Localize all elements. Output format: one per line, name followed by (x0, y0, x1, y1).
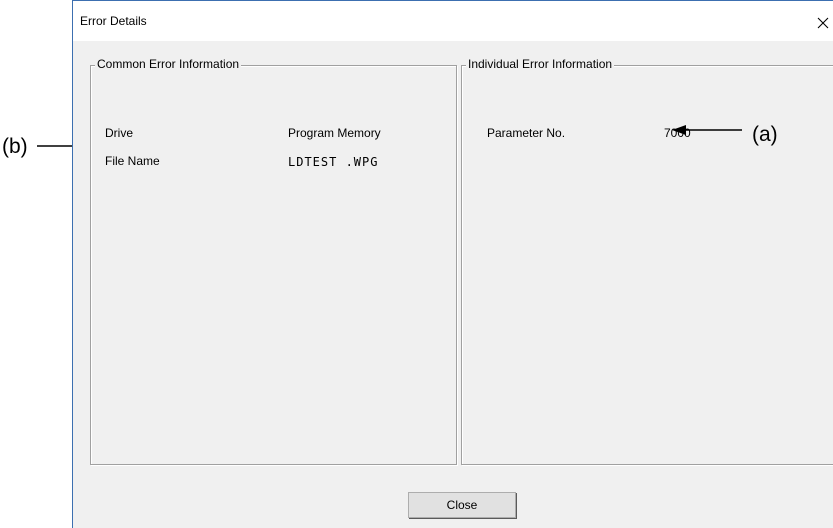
common-error-group: Common Error Information Drive Program M… (90, 57, 457, 465)
drive-value: Program Memory (288, 126, 381, 140)
screenshot-canvas: (b) Error Details Common Error Informati… (0, 0, 833, 528)
file-name-value: LDTEST .WPG (288, 155, 379, 169)
close-button[interactable]: Close (408, 492, 516, 518)
close-icon[interactable] (815, 15, 831, 31)
window-title: Error Details (80, 14, 147, 28)
error-details-dialog: Error Details Common Error Information D… (72, 0, 833, 528)
file-name-label: File Name (105, 154, 160, 168)
arrow-left-icon (672, 125, 742, 135)
drive-label: Drive (105, 126, 134, 140)
callout-b-label: (b) (2, 135, 28, 158)
dialog-body: Common Error Information Drive Program M… (73, 41, 833, 528)
individual-error-legend: Individual Error Information (466, 57, 615, 71)
title-bar: Error Details (73, 1, 833, 41)
parameter-no-label: Parameter No. (487, 126, 566, 140)
common-error-legend: Common Error Information (95, 57, 242, 71)
callout-a-label: (a) (752, 123, 778, 146)
